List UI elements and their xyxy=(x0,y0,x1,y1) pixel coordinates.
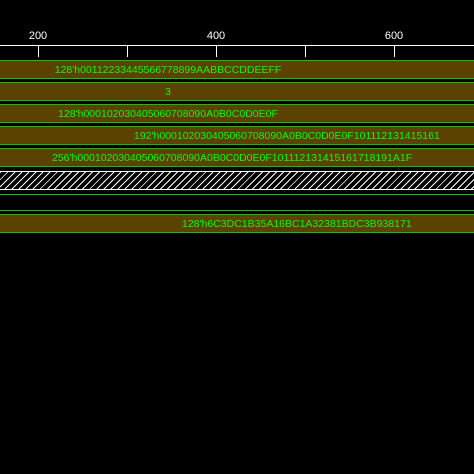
ruler-tick-major xyxy=(216,46,217,57)
ruler-tick-major xyxy=(38,46,39,57)
ruler-tick-label: 600 xyxy=(384,30,404,42)
ruler-tick-minor xyxy=(305,46,306,57)
signal-row-bus-3[interactable]: 192'h000102030405060708090A0B0C0D0E0F101… xyxy=(0,126,474,145)
signal-value: 128'h000102030405060708090A0B0C0D0E0F xyxy=(58,108,278,120)
signal-value: 128'h00112233445566778899AABBCCDDEEFF xyxy=(54,64,282,76)
signal-value: 192'h000102030405060708090A0B0C0D0E0F101… xyxy=(134,130,440,142)
signal-value: 128'h6C3DC1B35A16BC1A32381BDC3B938171 xyxy=(182,218,412,230)
signal-row-unknown-hatched[interactable] xyxy=(0,171,474,190)
ruler-tick-minor xyxy=(127,46,128,57)
signal-value: 3 xyxy=(165,86,171,98)
signal-row-empty-bottom-edge xyxy=(0,210,474,211)
signal-row-bus-0[interactable]: 128'h00112233445566778899AABBCCDDEEFF xyxy=(0,60,474,79)
time-ruler[interactable]: 200 400 600 xyxy=(0,0,474,58)
ruler-baseline xyxy=(0,45,474,46)
signal-row-bus-4[interactable]: 256'h000102030405060708090A0B0C0D0E0F101… xyxy=(0,148,474,167)
signal-row-bus-1[interactable]: 3 xyxy=(0,82,474,101)
signal-value: 256'h000102030405060708090A0B0C0D0E0F101… xyxy=(52,152,413,164)
ruler-tick-label: 200 xyxy=(28,30,48,42)
ruler-tick-label: 400 xyxy=(206,30,226,42)
ruler-tick-major xyxy=(394,46,395,57)
signal-row-bus-5[interactable]: 128'h6C3DC1B35A16BC1A32381BDC3B938171 xyxy=(0,214,474,233)
signal-row-empty-top-edge xyxy=(0,194,474,195)
signal-row-bus-2[interactable]: 128'h000102030405060708090A0B0C0D0E0F xyxy=(0,104,474,123)
